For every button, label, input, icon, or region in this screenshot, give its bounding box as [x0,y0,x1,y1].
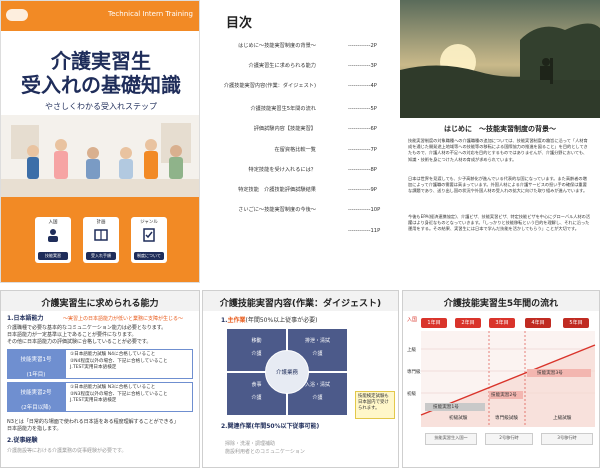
body-line: その他に日本語能力の評価試験に合格していることが必要です。 [7,339,152,345]
sunset-photo [400,0,600,118]
intro-paragraph: 今後もEPA(経済連携協定)、介護ビザ、技能実習ビザ、特定技能ビザを中心にグロー… [408,214,591,232]
intro-heading: はじめに ～技能実習制度の背景～ [444,125,556,133]
center-label: 介護業務 [265,350,309,394]
company-logo [6,9,28,21]
list-item: 掃除・洗濯・調理補助 [225,441,276,447]
slide-title: 介護技能実習内容(作業：ダイジェスト) [219,299,382,309]
section-note: ～実習上の日本語能力が低いと業務に支障が生じる～ [63,316,184,322]
body-line: 介護職種で必要な基本的なコミュニケーション能力は必要となります。 [7,325,167,331]
cover-card-entry: 入国 技能実習 [35,217,71,263]
phase-label: 技能実習2号 [491,393,517,398]
footnote-box: 2号移行時 [485,433,533,445]
toc-item[interactable]: はじめに～技能実習制度の背景～ ------------2P [200,43,400,55]
year-badge: 3年目 [489,318,515,328]
person-icon [48,229,58,242]
toc-item[interactable]: 在留資格比較一覧 ------------7P [200,147,400,159]
cover-card-genre: ジャンル 制度について [131,217,167,263]
section-heading: 1.日本語能力 [7,315,44,322]
intro-page: はじめに ～技能実習制度の背景～ 技能実習制度の対象職種への介護職種の追加につい… [400,0,600,283]
test-label: 初級試験 [449,416,468,421]
phase-label: 技能実習3号 [537,371,563,376]
footnote-box: 3号移行時 [541,433,593,445]
note-box: 技能検定試験も日本国内で受けられます。 [355,391,395,419]
body-line: N3とは「日常的な場面で使われる日本語をある程度理解することができる」 [7,419,179,425]
test-label: 専門級試験 [495,416,518,421]
checklist-icon [143,228,155,242]
toc-item[interactable]: 特定技能 介護技能評価試験結果 ------------9P [200,187,400,199]
year-badge: 1年目 [421,318,447,328]
body-line: 介護施設等における介護業務の従事経験が必要です。 [7,448,127,454]
work-content-slide: 介護技能実習内容(作業：ダイジェスト) 1.主作業(年間50%以上従事が必要) … [202,290,399,468]
axis-label: 上級 [407,348,416,353]
year-badge: 5年目 [563,318,589,328]
list-item: 施設利用者とのコミュニケーション [225,449,305,455]
toc-item[interactable]: さいごに～技能実習制度の今後～ ------------10P [200,207,400,219]
phase-label: 技能実習1号 [433,405,459,410]
toc-item[interactable]: 介護技能実習内容(作業：ダイジェスト) ------------4P [200,83,400,95]
toc-item[interactable]: 特定技能を受け入れるには？ ------------8P [200,167,400,179]
intro-paragraph: 技能実習制度の対象職種への介護職種の追加については、技能実習制度の趣旨に沿って「… [408,138,588,162]
toc-page: 目次 はじめに～技能実習制度の背景～ ------------2P 介護実習生に求… [200,0,400,283]
cover-page: Technical Intern Training 介護実習生 受入れの基礎知識… [0,0,200,283]
axis-label: 初級 [407,392,416,397]
care-illustration [1,115,199,201]
five-year-flow-slide: 介護技能実習生5年間の流れ 入国 1年目 2年目 3年目 4年目 5年目 上級 … [402,290,600,468]
body-line: 日本語能力を指します。 [7,426,62,432]
body-line: 日本語能力が一定基準以上であることが要件になります。 [7,332,137,338]
section-heading: 2.関連作業(年間50%以下従事可能) [221,423,320,430]
footnote-box: 技能実習生入国～ [425,433,477,445]
cover-card-plan: 計画 受入れ手順 [83,217,119,263]
abilities-slide: 介護実習生に求められる能力 1.日本語能力 ～実習上の日本語能力が低いと業務に支… [0,290,200,468]
book-icon [94,229,108,241]
cover-bottom-panel: 入国 技能実習 計画 受入れ手順 ジャンル 制度について [1,197,199,282]
slide-title: 介護技能実習生5年間の流れ [443,299,559,309]
section-heading: 1.主作業(年間50%以上従事が必要) [221,317,318,324]
level-label: 技能実習2号 (2年目以降) [7,382,65,412]
intro-paragraph: 日本は世界を見渡しても、少子高齢化が進んでいる代表的な国になっています。また高齢… [408,176,588,194]
series-name: Technical Intern Training [108,10,193,18]
year-badge: 2年目 [455,318,481,328]
section-heading: 2.従事経験 [7,437,38,444]
cover-subtitle: やさしくわかる受入れステップ [45,102,157,111]
toc-item[interactable]: 介護技能実習生5年間の流れ ------------5P [200,106,400,118]
toc-title: 目次 [226,16,253,31]
axis-label: 専門級 [407,370,421,375]
toc-item[interactable]: ------------11P [200,228,400,240]
year-badge: 4年目 [525,318,551,328]
toc-item[interactable]: 介護実習生に求められる能力 ------------3P [200,63,400,75]
level-label: 技能実習1号 (1年目) [7,349,65,379]
cover-title-line2: 受入れの基礎知識 [21,73,181,97]
level-description: ①日本語能力試験 N4に合格していること ②N4程度以外の場合、下記に合格している… [65,349,193,379]
slide-title: 介護実習生に求められる能力 [41,299,159,309]
entry-label: 入国 [407,317,418,323]
level-description: ①日本語能力試験 N3に合格していること ②N3程度以外の場合、下記に合格している… [65,382,193,412]
test-label: 上級試験 [553,416,572,421]
toc-item[interactable]: 評価試験内容【技能実習】 ------------6P [200,126,400,138]
